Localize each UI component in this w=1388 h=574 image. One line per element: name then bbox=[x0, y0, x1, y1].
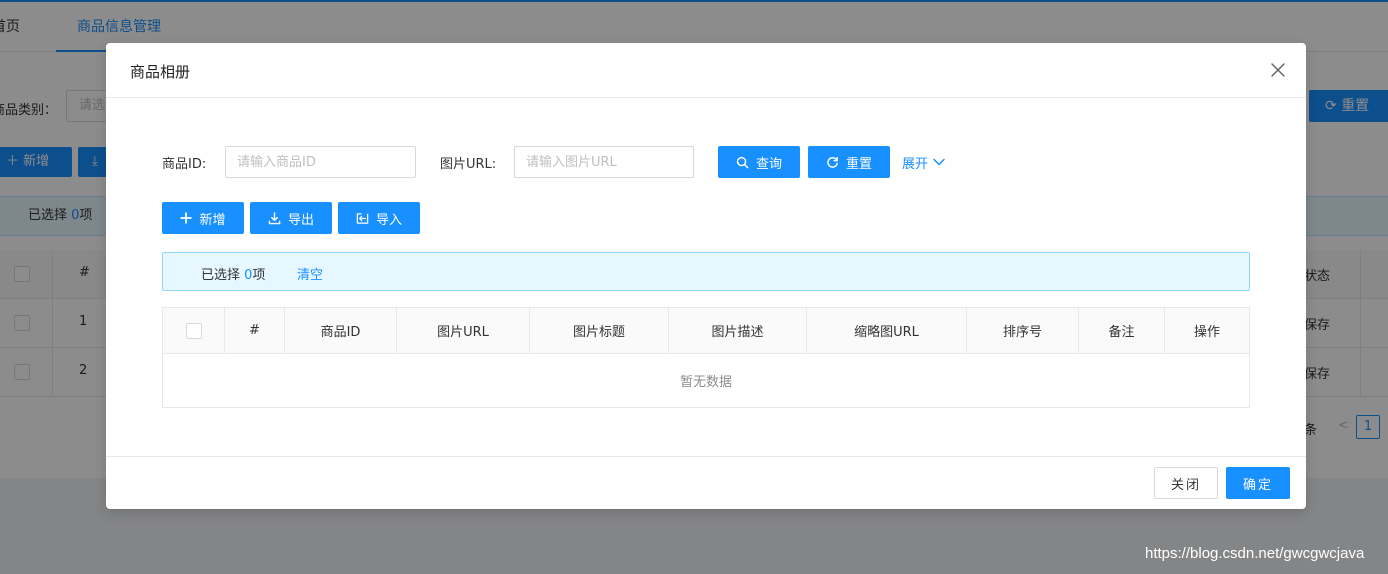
modal-header: 商品相册 bbox=[106, 43, 1306, 98]
add-button[interactable]: 新增 bbox=[162, 202, 244, 234]
download-icon bbox=[268, 211, 281, 225]
product-id-label: 商品ID: bbox=[162, 157, 207, 172]
header-image-url[interactable]: 图片URL bbox=[397, 308, 530, 353]
album-modal: 商品相册 商品ID: 图片URL: 查询 重置 展开 新增 导出 导入 已选择 … bbox=[106, 43, 1306, 509]
header-product-id[interactable]: 商品ID bbox=[285, 308, 397, 353]
empty-state: 暂无数据 bbox=[679, 375, 732, 390]
header-image-description[interactable]: 图片描述 bbox=[669, 308, 807, 353]
album-table: # 商品ID 图片URL 图片标题 图片描述 缩略图URL 排序号 备注 操作 … bbox=[162, 307, 1250, 408]
add-button-label: 新增 bbox=[199, 212, 226, 228]
ok-button[interactable]: 确定 bbox=[1226, 467, 1290, 499]
selected-count-text: 已选择 0项 bbox=[201, 264, 265, 283]
modal-footer: 关闭 确定 bbox=[106, 456, 1306, 509]
selection-alert: 已选择 0项 清空 bbox=[162, 252, 1250, 291]
header-actions: 操作 bbox=[1193, 325, 1220, 340]
reset-button-label: 重置 bbox=[845, 156, 872, 172]
selected-suffix: 项 bbox=[252, 268, 266, 283]
expand-link[interactable]: 展开 bbox=[902, 153, 945, 172]
header-thumbnail-url[interactable]: 缩略图URL bbox=[807, 308, 967, 353]
reset-button[interactable]: 重置 bbox=[808, 146, 890, 178]
watermark: https://blog.csdn.net/gwcgwcjava bbox=[1145, 545, 1365, 562]
search-button-label: 查询 bbox=[755, 156, 782, 172]
import-icon bbox=[356, 212, 369, 225]
image-url-input[interactable] bbox=[514, 146, 694, 178]
close-button[interactable]: 关闭 bbox=[1154, 467, 1218, 499]
search-button[interactable]: 查询 bbox=[718, 146, 800, 178]
select-all-checkbox[interactable] bbox=[185, 322, 202, 339]
product-id-input[interactable] bbox=[225, 146, 416, 178]
import-button-label: 导入 bbox=[375, 212, 402, 228]
search-icon bbox=[736, 156, 749, 169]
clear-selection-link[interactable]: 清空 bbox=[297, 264, 323, 283]
header-sort-number[interactable]: 排序号 bbox=[967, 308, 1079, 353]
plus-icon bbox=[180, 212, 192, 224]
selected-prefix: 已选择 bbox=[201, 268, 245, 283]
reload-icon bbox=[826, 156, 839, 169]
export-button-label: 导出 bbox=[287, 212, 314, 228]
image-url-label: 图片URL: bbox=[440, 157, 497, 172]
header-image-title[interactable]: 图片标题 bbox=[530, 308, 669, 353]
header-index: # bbox=[225, 308, 285, 353]
chevron-down-icon bbox=[933, 155, 945, 170]
expand-link-label: 展开 bbox=[902, 157, 929, 172]
table-header: # 商品ID 图片URL 图片标题 图片描述 缩略图URL 排序号 备注 操作 bbox=[163, 308, 1249, 354]
header-select-all bbox=[163, 308, 225, 353]
modal-title: 商品相册 bbox=[130, 63, 191, 81]
import-button[interactable]: 导入 bbox=[338, 202, 420, 234]
header-remark[interactable]: 备注 bbox=[1079, 308, 1165, 353]
close-icon[interactable] bbox=[1268, 60, 1288, 80]
export-button[interactable]: 导出 bbox=[250, 202, 332, 234]
